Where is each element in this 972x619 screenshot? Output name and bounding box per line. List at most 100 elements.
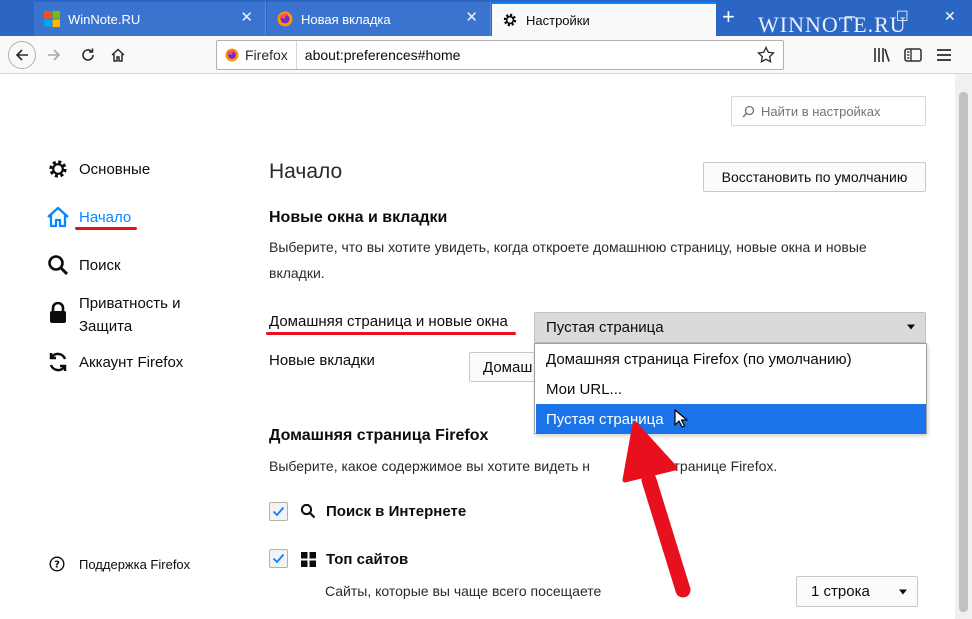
scrollbar-thumb[interactable] xyxy=(959,92,968,612)
search-icon xyxy=(299,502,317,520)
sidebar-item-privacy[interactable]: Приватность и Защита xyxy=(46,292,181,338)
newtabs-label: Новые вкладки xyxy=(269,352,375,369)
page-scrollbar[interactable] xyxy=(955,74,972,619)
svg-text:?: ? xyxy=(54,560,60,571)
sidebar-item-general[interactable]: Основные xyxy=(46,157,150,181)
lock-icon xyxy=(46,301,70,325)
identity-label: Firefox xyxy=(245,47,288,63)
websearch-label: Поиск в Интернете xyxy=(326,502,467,520)
forward-arrow-icon xyxy=(48,49,61,61)
sidebar-button[interactable] xyxy=(901,44,925,66)
desc-text-part1: Выберите, какое содержимое вы хотите вид… xyxy=(269,458,591,474)
hamburger-menu-icon xyxy=(937,49,951,61)
minimize-icon[interactable]: ─ xyxy=(845,8,855,24)
grid-icon xyxy=(299,550,317,568)
search-icon xyxy=(46,253,70,277)
sidebar-item-label: Основные xyxy=(79,160,151,178)
home-icon xyxy=(111,48,125,62)
help-icon: ? xyxy=(49,556,65,572)
sidebar-item-label: Поиск xyxy=(79,256,121,274)
reload-icon xyxy=(82,48,94,61)
annotation-arrow xyxy=(622,421,691,598)
close-window-icon[interactable]: ✕ xyxy=(944,8,956,25)
page-title: Начало xyxy=(269,160,343,183)
search-icon xyxy=(742,105,755,117)
close-tab-icon[interactable]: ✕ xyxy=(465,10,478,26)
new-tab-plus-icon[interactable]: + xyxy=(722,6,735,28)
url-bar[interactable]: Firefox about:preferences#home xyxy=(216,40,784,70)
identity-box[interactable]: Firefox xyxy=(217,41,297,69)
reload-button[interactable] xyxy=(76,44,100,66)
bookmark-star-icon[interactable] xyxy=(757,46,775,64)
library-button[interactable] xyxy=(870,44,894,66)
sidebar-item-label: Аккаунт Firefox xyxy=(79,353,184,371)
homepage-dropdown-list: Домашняя страница Firefox (по умолчанию)… xyxy=(534,343,927,434)
topsites-rows-select[interactable]: 1 строка xyxy=(796,576,918,607)
websearch-checkbox[interactable] xyxy=(269,502,288,521)
tab-title: WinNote.RU xyxy=(68,11,141,27)
chevron-down-icon xyxy=(907,324,915,330)
tab-settings[interactable]: Настройки xyxy=(492,2,716,36)
homepage-select-value: Пустая страница xyxy=(546,319,664,336)
tab-new-tab[interactable]: Новая вкладка ✕ xyxy=(267,2,491,36)
section-heading-new-windows: Новые окна и вкладки xyxy=(269,209,448,226)
sidebar-label-line1: Приватность и xyxy=(79,295,181,312)
back-button[interactable] xyxy=(8,41,36,69)
topsites-description: Сайты, которые вы чаще всего посещаете xyxy=(325,583,602,599)
sidebar-item-label: Начало xyxy=(79,208,132,226)
tab-title: Настройки xyxy=(526,12,590,28)
gear-icon xyxy=(503,13,517,27)
newtabs-select[interactable]: Домаш xyxy=(469,352,539,382)
sidebar-item-home[interactable]: Начало xyxy=(46,205,131,229)
firefox-icon xyxy=(277,11,293,27)
dropdown-option-blank-page[interactable]: Пустая страница xyxy=(536,404,926,434)
sync-icon xyxy=(46,350,70,374)
search-placeholder: Найти в настройках xyxy=(761,103,881,119)
gear-icon xyxy=(46,157,70,181)
support-link[interactable]: ? Поддержка Firefox xyxy=(49,556,190,572)
forward-button[interactable] xyxy=(42,44,66,66)
sidebar-item-label: Приватность и Защита xyxy=(79,292,181,338)
desc-line: вкладки. xyxy=(269,265,325,281)
maximize-icon[interactable]: ☐ xyxy=(896,8,909,25)
firefox-icon xyxy=(225,48,239,62)
sidebar-item-account[interactable]: Аккаунт Firefox xyxy=(46,350,183,374)
home-icon xyxy=(46,205,70,229)
sidebar-label-line2: Защита xyxy=(79,318,133,335)
topsites-label: Топ сайтов xyxy=(326,550,409,568)
preferences-search-input[interactable]: Найти в настройках xyxy=(731,96,926,126)
tab-strip: WinNote.RU ✕ Новая вкладка ✕ Настройки +… xyxy=(0,0,972,37)
support-label: Поддержка Firefox xyxy=(79,556,191,572)
chevron-down-icon xyxy=(899,589,907,595)
back-arrow-icon xyxy=(15,49,28,61)
checkmark-icon xyxy=(272,506,285,517)
annotation-underline xyxy=(75,227,137,230)
navigation-toolbar: Firefox about:preferences#home xyxy=(0,36,972,74)
library-icon xyxy=(874,48,890,62)
checkmark-icon xyxy=(272,553,285,564)
dropdown-option-firefox-home[interactable]: Домашняя страница Firefox (по умолчанию) xyxy=(536,344,926,374)
topsites-row[interactable]: Топ сайтов xyxy=(299,550,408,568)
tab-title: Новая вкладка xyxy=(301,11,391,27)
desc-line: Выберите, что вы хотите увидеть, когда о… xyxy=(269,239,867,255)
sidebar-item-search[interactable]: Поиск xyxy=(46,253,121,277)
menu-button[interactable] xyxy=(932,44,956,66)
close-tab-icon[interactable]: ✕ xyxy=(240,10,253,26)
section-description: Выберите, что вы хотите увидеть, когда о… xyxy=(269,234,867,286)
dropdown-option-custom-urls[interactable]: Мои URL... xyxy=(536,374,926,404)
homepage-label: Домашняя страница и новые окна xyxy=(269,313,508,330)
sidebar-toggle-icon xyxy=(904,48,922,62)
tab-winnote[interactable]: WinNote.RU ✕ xyxy=(34,2,266,36)
topsites-rows-value: 1 строка xyxy=(811,583,870,600)
url-text[interactable]: about:preferences#home xyxy=(297,47,461,63)
newtabs-select-value: Домаш xyxy=(483,358,533,376)
windows-logo-icon xyxy=(44,11,60,27)
annotation-underline xyxy=(266,332,516,335)
watermark: WINNOTE.RU xyxy=(758,12,907,37)
section-heading-firefox-home: Домашняя страница Firefox xyxy=(269,427,489,444)
home-button[interactable] xyxy=(106,44,130,66)
homepage-select[interactable]: Пустая страница xyxy=(534,312,926,343)
restore-defaults-button[interactable]: Восстановить по умолчанию xyxy=(703,162,926,192)
websearch-row[interactable]: Поиск в Интернете xyxy=(299,502,466,520)
topsites-checkbox[interactable] xyxy=(269,549,288,568)
